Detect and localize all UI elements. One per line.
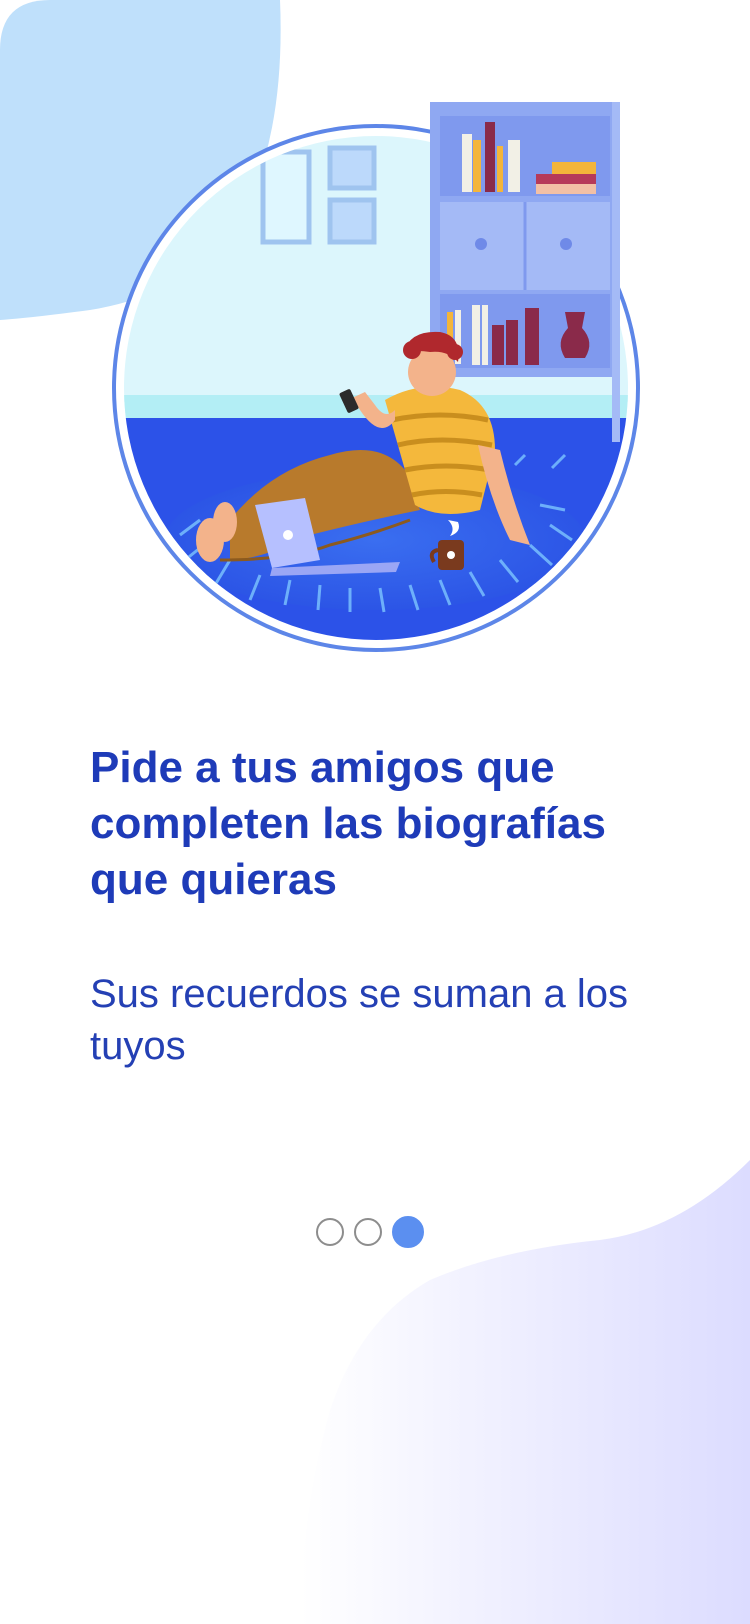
page-dot-1[interactable] [316,1218,344,1246]
onboarding-title: Pide a tus amigos que completen las biog… [90,743,606,904]
page-dot-2[interactable] [354,1218,382,1246]
page-indicator [316,1216,424,1248]
page-dot-3-active[interactable] [392,1216,424,1248]
onboarding-illustration [112,102,640,652]
onboarding-subtitle: Sus recuerdos se suman a los tuyos [90,972,629,1068]
